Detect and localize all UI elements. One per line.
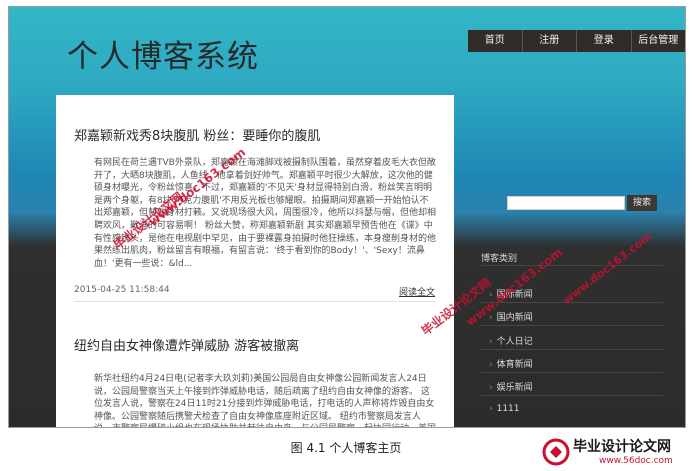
top-navigation: 首页 注册 登录 后台管理: [468, 30, 685, 52]
sidebar-item-category[interactable]: › 娱乐新闻: [489, 380, 533, 393]
sidebar-item-category[interactable]: › 体育新闻: [489, 357, 533, 370]
post-date: 2015-04-25 11:58:44: [74, 285, 170, 295]
post-title[interactable]: 纽约自由女神像遭炸弹威胁 游客被撤离: [74, 335, 299, 354]
sidebar-item-category[interactable]: › 个人日记: [489, 334, 533, 347]
sidebar-item-category[interactable]: › 国际新闻: [489, 287, 533, 300]
sidebar-item-category[interactable]: › 国内新闻: [489, 310, 533, 323]
watermark-logo: 毕业设计论文网 www.56doc.com: [541, 434, 687, 470]
post-excerpt: 新华社纽约4月24日电(记者李大玖刘莉)美国公园局自由女神像公园新闻发言人24日…: [94, 374, 436, 427]
chevron-right-icon: ›: [489, 290, 493, 300]
site-title: 个人博客系统: [67, 39, 259, 75]
chevron-right-icon: ›: [489, 313, 493, 323]
sidebar-divider: [481, 265, 663, 266]
chevron-right-icon: ›: [489, 383, 493, 393]
sidebar-item-label: 体育新闻: [496, 360, 533, 370]
sidebar-item-label: 国际新闻: [496, 290, 533, 300]
nav-home[interactable]: 首页: [468, 30, 523, 52]
logo-title: 毕业设计论文网: [573, 439, 671, 455]
sidebar-item-label: 娱乐新闻: [496, 383, 533, 393]
sidebar-divider: [481, 349, 663, 350]
chevron-right-icon: ›: [489, 404, 493, 414]
sidebar-divider: [481, 395, 663, 396]
search-input[interactable]: [507, 196, 625, 210]
logo-icon: [542, 438, 570, 466]
post-title[interactable]: 郑嘉颖新戏秀8块腹肌 粉丝：要睡你的腹肌: [74, 125, 320, 144]
sidebar-divider: [481, 325, 663, 326]
sidebar-heading: 博客类别: [481, 254, 518, 264]
sidebar-item-label: 个人日记: [496, 337, 533, 347]
sidebar-item-category[interactable]: › 1111: [489, 404, 520, 414]
read-more-link[interactable]: 阅读全文: [399, 285, 435, 298]
chevron-right-icon: ›: [489, 337, 493, 347]
sidebar-divider: [481, 372, 663, 373]
post-divider: [74, 301, 436, 302]
nav-admin[interactable]: 后台管理: [632, 30, 686, 52]
logo-url: www.56doc.com: [599, 456, 673, 466]
nav-login[interactable]: 登录: [577, 30, 632, 52]
sidebar-item-label: 1111: [496, 404, 520, 414]
browser-screenshot: 个人博客系统 首页 注册 登录 后台管理 郑嘉颖新戏秀8块腹肌 粉丝：要睡你的腹…: [8, 6, 686, 428]
sidebar-divider: [481, 302, 663, 303]
post-excerpt: 有网民在荷兰遇TVB外景队，郑嘉颖在海滩脚戏被摄制队围着，虽然穿着皮毛大衣但敞开…: [94, 158, 436, 269]
post-list: 郑嘉颖新戏秀8块腹肌 粉丝：要睡你的腹肌 有网民在荷兰遇TVB外景队，郑嘉颖在海…: [56, 95, 454, 427]
chevron-right-icon: ›: [489, 360, 493, 370]
search-button[interactable]: 搜索: [627, 195, 657, 211]
sidebar-item-label: 国内新闻: [496, 313, 533, 323]
nav-register[interactable]: 注册: [523, 30, 577, 52]
